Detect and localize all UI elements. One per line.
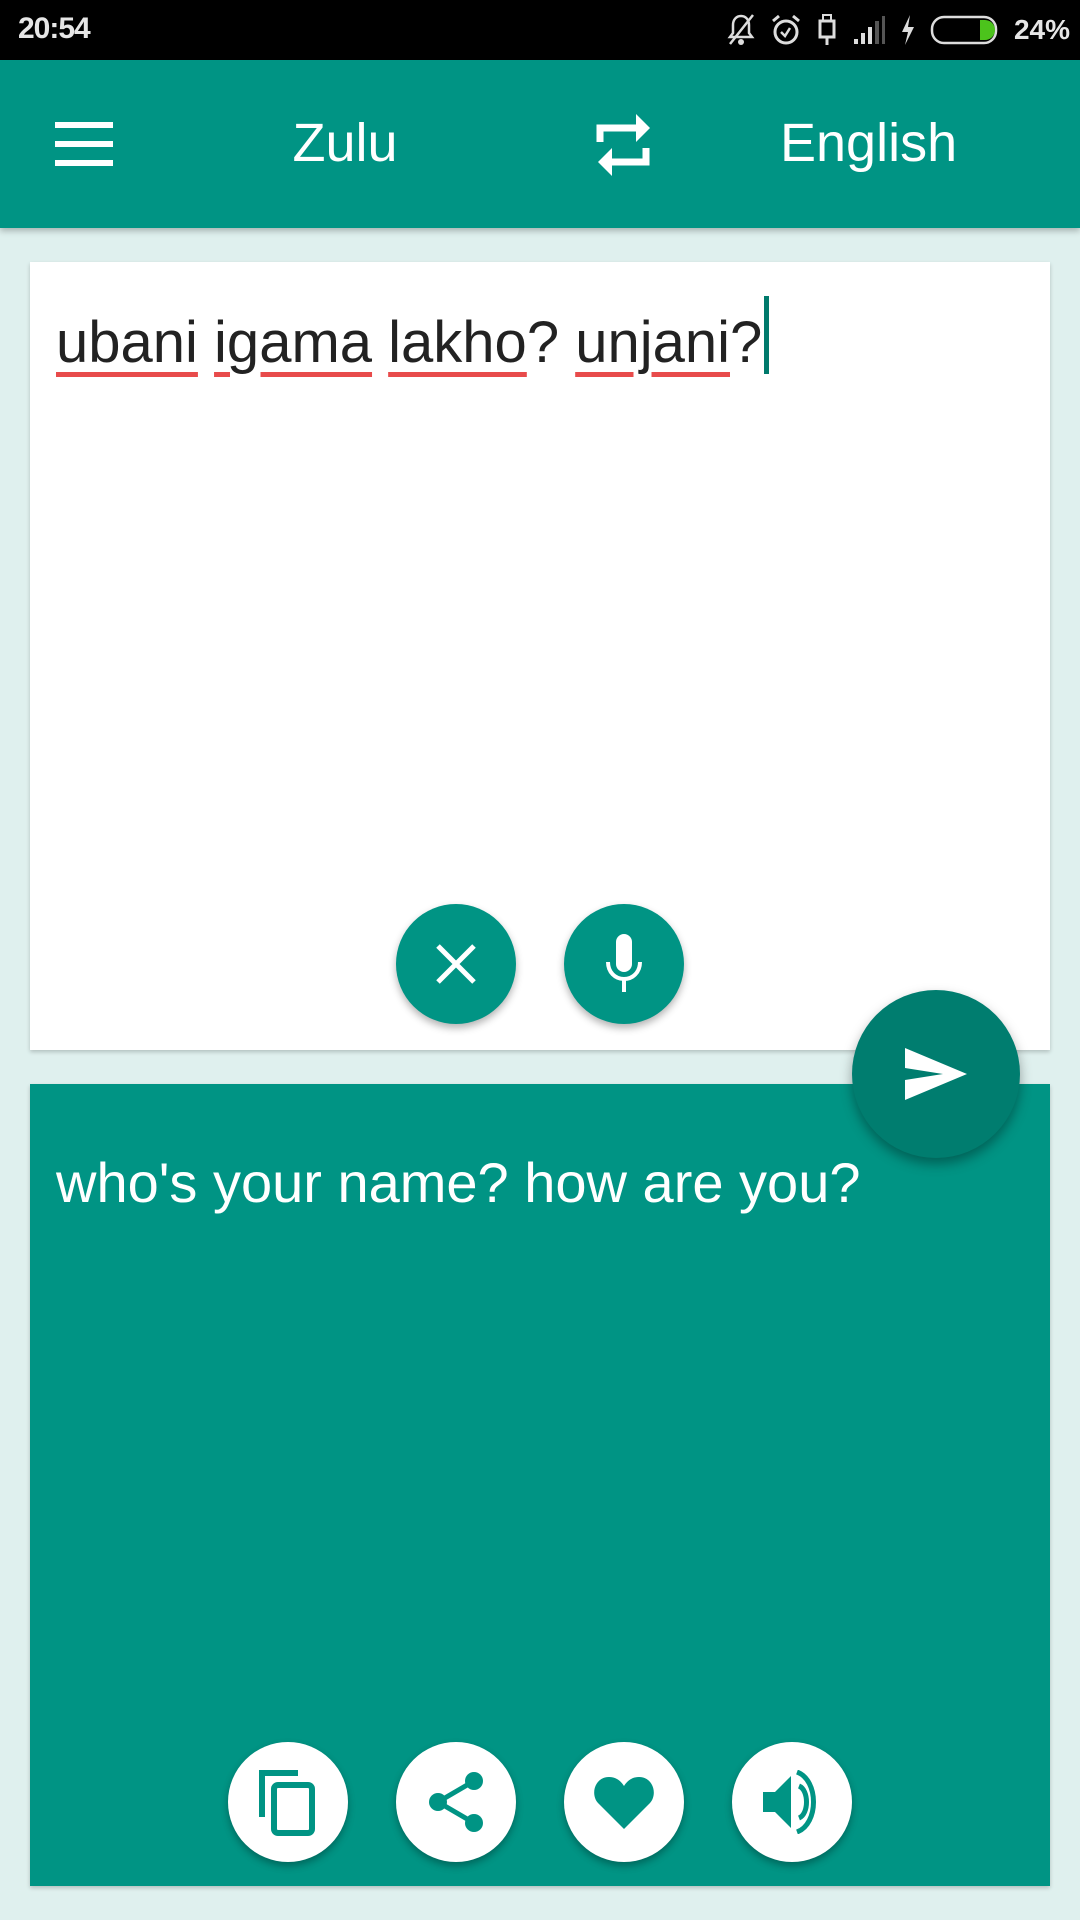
close-icon: [436, 944, 476, 984]
language-toolbar: Zulu English: [0, 60, 1080, 228]
battery-percent: 24%: [1013, 14, 1070, 45]
input-word: unjani: [575, 310, 730, 375]
hamburger-menu-icon: [55, 122, 113, 128]
output-card: who's your name? how are you?: [30, 1084, 1050, 1886]
input-text-segment: ?: [730, 310, 763, 375]
input-word: lakho: [388, 310, 527, 375]
volume-icon: [763, 1770, 816, 1834]
source-text-input[interactable]: ubani igama lakho? unjani?: [56, 296, 770, 376]
translation-output: who's your name? how are you?: [56, 1151, 861, 1214]
signal-icon: [852, 15, 886, 45]
speak-button[interactable]: [732, 1742, 852, 1862]
share-button[interactable]: [396, 1742, 516, 1862]
clear-button[interactable]: [396, 904, 516, 1024]
microphone-button[interactable]: [564, 904, 684, 1024]
text-cursor: [764, 296, 770, 374]
notifications-off-icon: [726, 13, 756, 47]
input-text-segment: ?: [526, 310, 576, 375]
charging-icon: [900, 14, 916, 46]
usb-icon: [816, 13, 838, 47]
menu-button[interactable]: [55, 122, 113, 166]
status-bar: 20:54 24%: [0, 0, 1080, 60]
copy-icon: [259, 1770, 315, 1836]
swap-languages-button[interactable]: [592, 112, 656, 178]
input-word: igama: [214, 310, 373, 375]
swap-languages-icon: [596, 114, 650, 176]
input-card: ubani igama lakho? unjani?: [30, 262, 1050, 1050]
send-icon: [905, 1048, 967, 1100]
input-text-segment: [372, 310, 388, 375]
share-icon: [429, 1772, 483, 1832]
input-word: ubani: [56, 310, 198, 375]
translate-button[interactable]: [852, 990, 1020, 1158]
alarm-icon: [770, 13, 802, 47]
heart-icon: [594, 1777, 654, 1829]
status-icons: 24%: [726, 10, 1070, 50]
favorite-button[interactable]: [564, 1742, 684, 1862]
copy-button[interactable]: [228, 1742, 348, 1862]
source-language-button[interactable]: Zulu: [240, 112, 450, 174]
input-text-segment: [198, 310, 214, 375]
target-language-button[interactable]: English: [780, 112, 1030, 174]
battery-icon: [930, 14, 1000, 46]
status-time: 20:54: [18, 12, 91, 45]
microphone-icon: [606, 934, 642, 992]
